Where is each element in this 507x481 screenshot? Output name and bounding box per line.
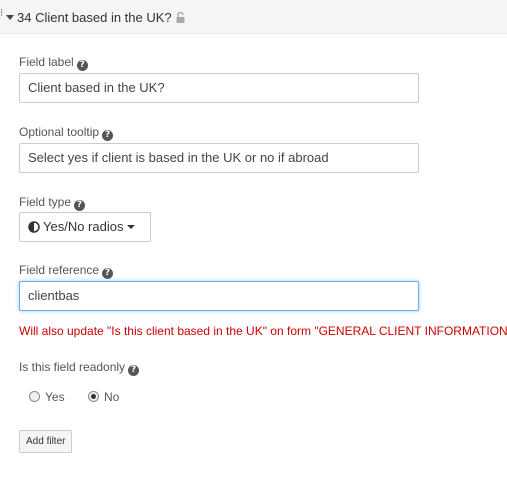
- field-type-value: Yes/No radios: [43, 219, 124, 234]
- readonly-label-text: Is this field readonly: [19, 360, 126, 374]
- panel-title: 34 Client based in the UK?: [17, 10, 172, 25]
- help-icon[interactable]: ?: [74, 200, 86, 211]
- half-circle-icon: [28, 221, 40, 233]
- field-reference-label-text: Field reference: [19, 263, 100, 277]
- field-panel-header[interactable]: ⁝ 34 Client based in the UK?: [0, 0, 507, 34]
- radio-no[interactable]: [88, 391, 99, 402]
- field-label-text: Field label: [19, 55, 74, 69]
- readonly-yes-option[interactable]: Yes: [29, 390, 65, 404]
- tooltip-label-text: Optional tooltip: [19, 125, 100, 139]
- field-type-label: Field type?: [19, 195, 86, 211]
- reference-update-warning: Will also update "Is this client based i…: [19, 324, 507, 338]
- readonly-label: Is this field readonly?: [19, 360, 140, 376]
- lock-icon[interactable]: [175, 11, 186, 24]
- help-icon[interactable]: ?: [102, 130, 114, 141]
- field-reference-input[interactable]: clientbas: [19, 281, 419, 311]
- radio-yes[interactable]: [29, 391, 40, 402]
- tooltip-label: Optional tooltip?: [19, 125, 114, 141]
- add-filter-button[interactable]: Add filter: [19, 430, 73, 453]
- help-icon[interactable]: ?: [102, 268, 114, 279]
- help-icon[interactable]: ?: [128, 365, 140, 376]
- field-reference-label: Field reference?: [19, 263, 114, 279]
- drag-handle-icon[interactable]: ⁝: [0, 8, 3, 19]
- field-label-label: Field label?: [19, 55, 88, 71]
- field-label-input[interactable]: Client based in the UK?: [19, 73, 419, 103]
- field-type-dropdown[interactable]: Yes/No radios: [19, 212, 151, 242]
- tooltip-input[interactable]: Select yes if client is based in the UK …: [19, 143, 419, 173]
- collapse-caret-icon[interactable]: [6, 15, 14, 20]
- field-type-label-text: Field type: [19, 195, 72, 209]
- caret-down-icon: [127, 225, 136, 229]
- readonly-no-option[interactable]: No: [88, 390, 119, 404]
- radio-no-label: No: [104, 390, 120, 404]
- help-icon[interactable]: ?: [76, 60, 88, 71]
- radio-yes-label: Yes: [45, 390, 65, 404]
